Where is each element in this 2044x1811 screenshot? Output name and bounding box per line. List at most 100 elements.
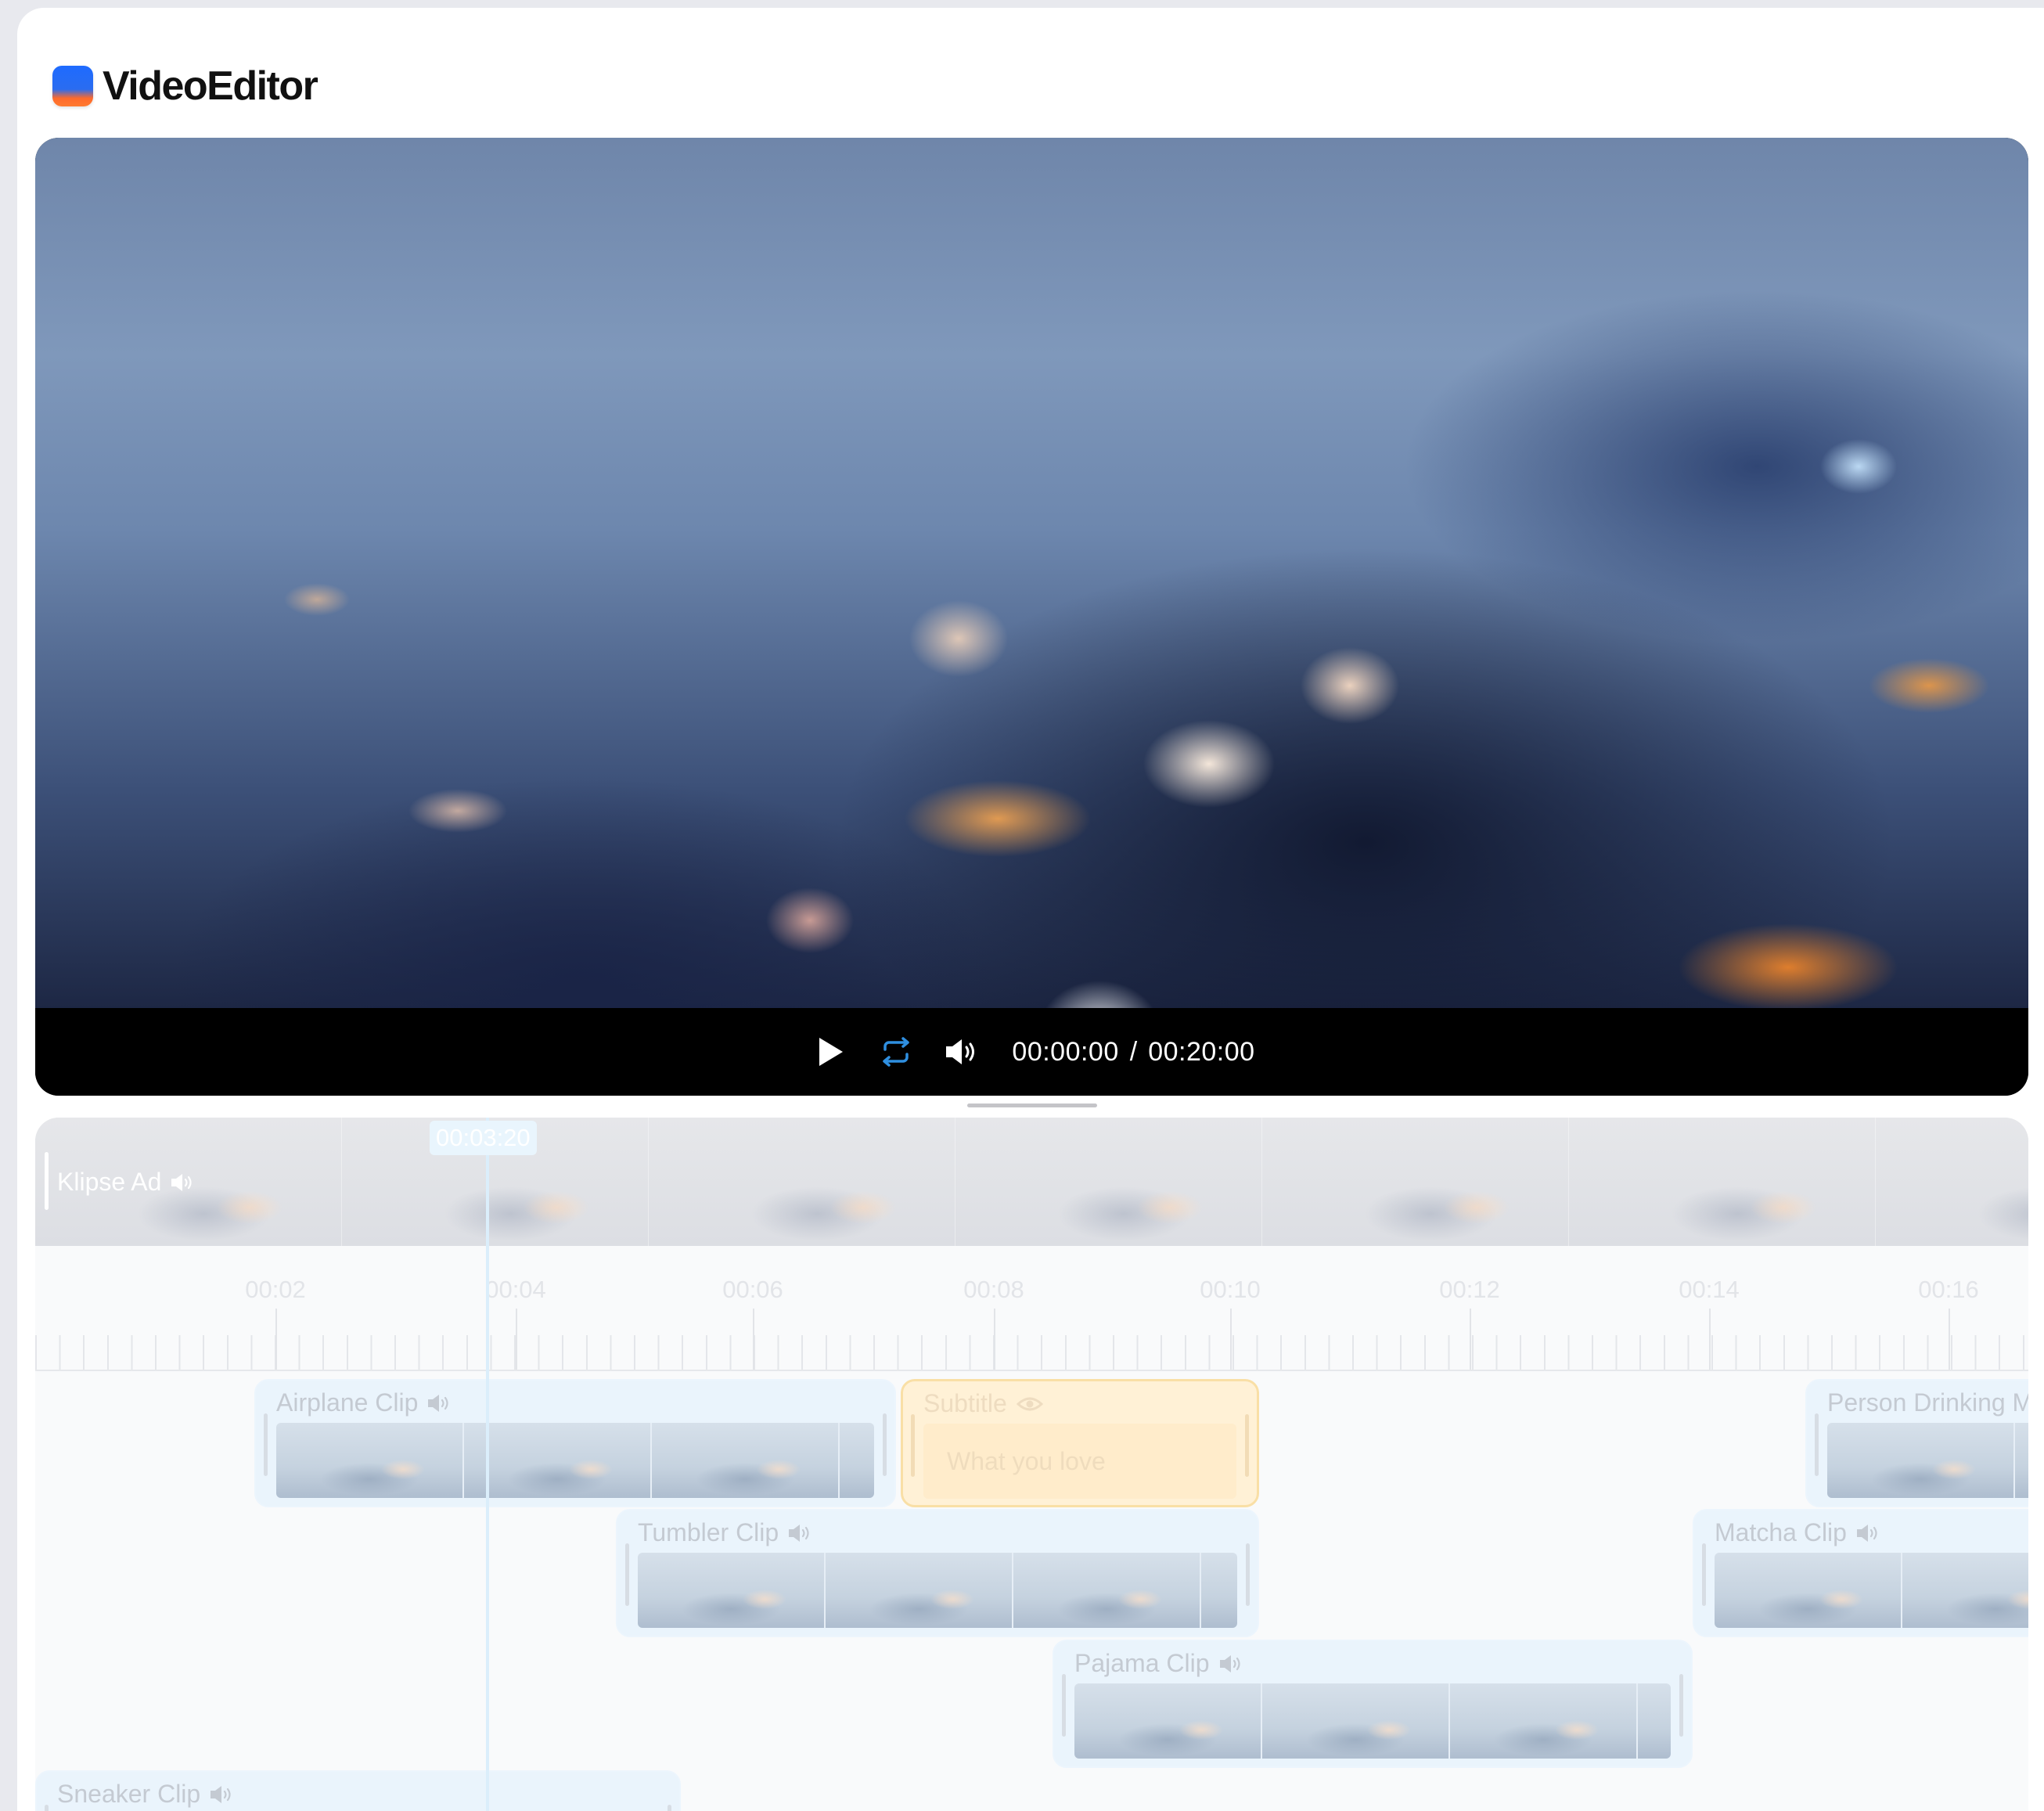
loop-icon (883, 1037, 910, 1067)
ruler-ticks (35, 1335, 2028, 1371)
volume-button[interactable] (940, 1030, 984, 1074)
ruler-major-tick (1470, 1309, 1471, 1371)
thumbnail (638, 1553, 826, 1628)
clip-matcha[interactable]: Matcha Clip (1693, 1509, 2028, 1637)
ruler-label: 00:02 (245, 1276, 306, 1303)
ruler-major-tick (1949, 1309, 1950, 1371)
ruler-major-tick (994, 1309, 995, 1371)
clip-label: Pajama Clip (1074, 1649, 1243, 1678)
thumbnail (840, 1423, 874, 1498)
ruler-major-tick (1230, 1309, 1232, 1371)
clip-filmstrip (638, 1553, 1237, 1628)
clip-label: Tumbler Clip (638, 1518, 811, 1547)
clip-tumbler[interactable]: Tumbler Clip (616, 1509, 1259, 1637)
thumbnail (649, 1118, 955, 1246)
clip-filmstrip (1827, 1423, 2028, 1498)
clip-filmstrip (1074, 1683, 1671, 1759)
clip-filmstrip (276, 1423, 874, 1498)
thumbnail (1262, 1118, 1569, 1246)
thumbnail (1902, 1553, 2028, 1628)
master-track-label: Klipse Ad (57, 1168, 194, 1197)
clip-title: Airplane Clip (276, 1388, 419, 1417)
thumbnail (826, 1553, 1013, 1628)
video-player: 00:00:00 / 00:20:00 (35, 138, 2028, 1096)
trim-handle-right[interactable] (883, 1413, 887, 1476)
thumbnail (652, 1423, 840, 1498)
clip-title: Matcha Clip (1715, 1518, 1847, 1546)
thumbnail (464, 1423, 652, 1498)
trim-handle-left[interactable] (1062, 1674, 1066, 1737)
thumbnail (1827, 1423, 2015, 1498)
eye-icon[interactable] (1016, 1395, 1043, 1413)
clip-subtitle[interactable]: Subtitle What you love (901, 1379, 1259, 1507)
ruler-label: 00:06 (722, 1276, 783, 1303)
ruler-label: 00:16 (1918, 1276, 1979, 1303)
play-button[interactable] (808, 1030, 852, 1074)
thumbnail (1876, 1118, 2028, 1246)
ruler-major-tick (516, 1309, 517, 1371)
clip-title: Person Drinking M (1827, 1388, 2028, 1417)
clip-title: Subtitle (923, 1389, 1007, 1417)
ruler-major-tick (1709, 1309, 1711, 1371)
time-ruler[interactable]: 00:02 00:04 00:06 00:08 00:10 00:12 00:1… (35, 1246, 2028, 1371)
timeline: Klipse Ad 00:02 00:04 00:06 00:08 00:10 … (35, 1118, 2028, 1811)
trim-handle-right[interactable] (1245, 1414, 1249, 1477)
play-icon (819, 1038, 844, 1066)
time-separator: / (1129, 1036, 1138, 1067)
volume-icon[interactable] (788, 1523, 811, 1543)
clip-sneaker[interactable]: Sneaker Clip (35, 1770, 681, 1811)
subtitle-text[interactable]: What you love (923, 1424, 1236, 1499)
ruler-label: 00:08 (963, 1276, 1024, 1303)
master-track[interactable]: Klipse Ad (35, 1118, 2028, 1246)
thumbnail (2015, 1423, 2028, 1498)
trim-handle-right[interactable] (668, 1805, 671, 1811)
trim-handle-left[interactable] (264, 1413, 268, 1476)
playhead[interactable] (486, 1118, 489, 1811)
video-preview[interactable] (35, 138, 2028, 1008)
clip-filmstrip (1715, 1553, 2028, 1628)
clip-label: Person Drinking M (1827, 1388, 2028, 1417)
ruler-major-tick (753, 1309, 754, 1371)
clip-pajama[interactable]: Pajama Clip (1053, 1640, 1693, 1768)
volume-icon[interactable] (427, 1393, 451, 1413)
current-time: 00:00:00 (1012, 1036, 1119, 1067)
ruler-major-tick (275, 1309, 277, 1371)
trim-handle-right[interactable] (1679, 1674, 1683, 1737)
clip-title: Pajama Clip (1074, 1649, 1210, 1677)
master-track-title: Klipse Ad (57, 1168, 162, 1196)
volume-icon (946, 1039, 975, 1064)
ruler-label: 00:12 (1439, 1276, 1500, 1303)
trim-handle-left[interactable] (911, 1414, 915, 1477)
thumbnail (1450, 1683, 1638, 1759)
resize-handle[interactable] (967, 1104, 1097, 1107)
thumbnail (1715, 1553, 1902, 1628)
clip-label: Airplane Clip (276, 1388, 451, 1417)
clip-label: Subtitle (923, 1389, 1043, 1418)
volume-icon[interactable] (1219, 1654, 1243, 1674)
ruler-baseline (35, 1370, 2028, 1371)
thumbnail (276, 1423, 464, 1498)
master-track-handle[interactable] (45, 1152, 49, 1210)
volume-icon[interactable] (1856, 1523, 1880, 1543)
total-duration: 00:20:00 (1148, 1036, 1255, 1067)
thumbnail (955, 1118, 1262, 1246)
trim-handle-left[interactable] (625, 1543, 629, 1606)
clip-title: Sneaker Clip (57, 1780, 201, 1808)
trim-handle-right[interactable] (1246, 1543, 1250, 1606)
ruler-label: 00:14 (1679, 1276, 1740, 1303)
trim-handle-left[interactable] (1702, 1543, 1706, 1606)
thumbnail (1569, 1118, 1876, 1246)
volume-icon[interactable] (210, 1784, 233, 1805)
thumbnail (1074, 1683, 1262, 1759)
master-track-thumbnails (35, 1118, 2028, 1246)
volume-icon[interactable] (171, 1172, 194, 1193)
ruler-label: 00:04 (485, 1276, 546, 1303)
trim-handle-left[interactable] (45, 1805, 49, 1811)
loop-button[interactable] (874, 1030, 918, 1074)
thumbnail (1201, 1553, 1237, 1628)
clip-person-drinking[interactable]: Person Drinking M (1805, 1379, 2028, 1507)
trim-handle-left[interactable] (1815, 1413, 1819, 1476)
clip-label: Matcha Clip (1715, 1518, 1880, 1547)
thumbnail (1013, 1553, 1201, 1628)
clip-airplane[interactable]: Airplane Clip (254, 1379, 896, 1507)
